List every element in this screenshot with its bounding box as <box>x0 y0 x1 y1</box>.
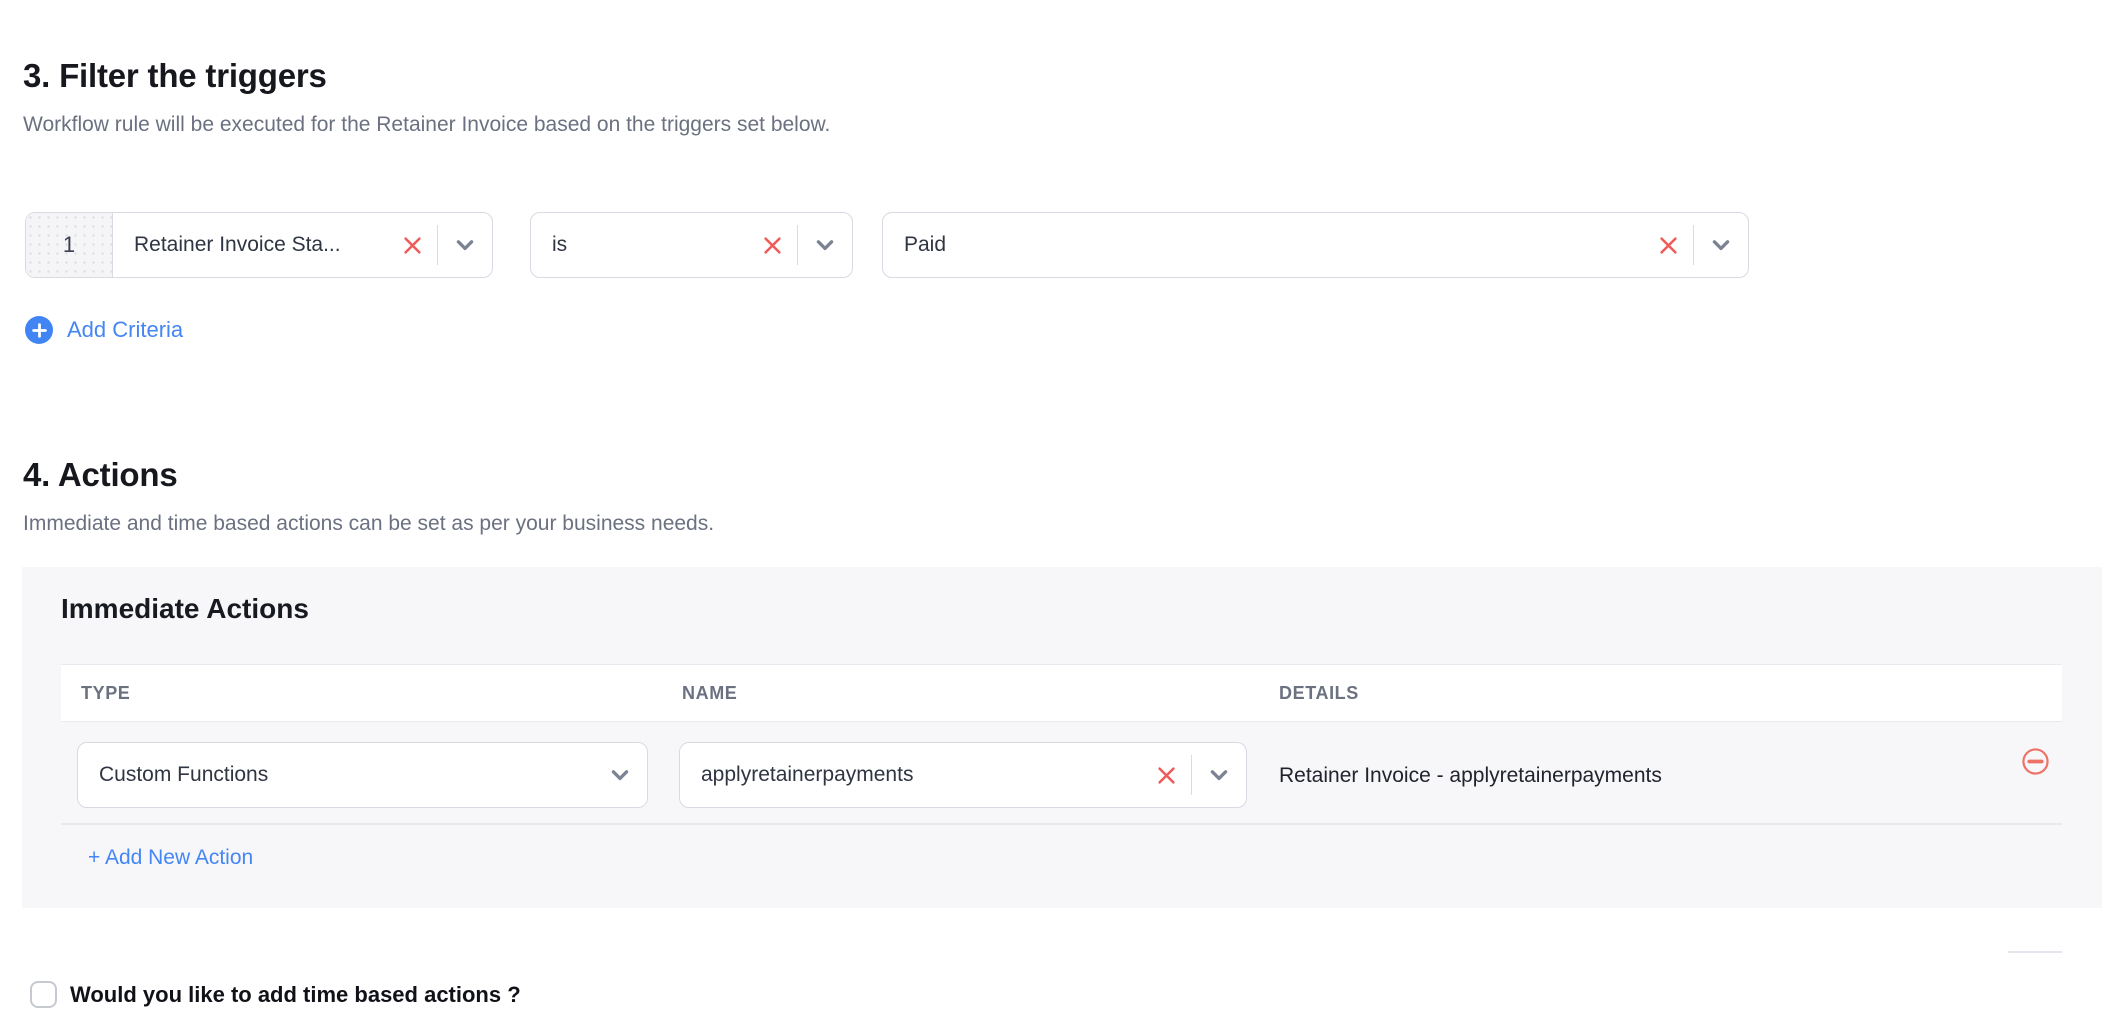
column-header-details: DETAILS <box>1279 665 1359 721</box>
action-type-value: Custom Functions <box>78 743 593 807</box>
action-row: Custom Functions applyretainerpayments R… <box>22 722 2102 823</box>
remove-cell-underline <box>2008 951 2062 953</box>
time-based-actions-checkbox[interactable] <box>30 981 57 1008</box>
immediate-actions-title: Immediate Actions <box>61 593 309 625</box>
criteria-comparator-clear-icon[interactable] <box>760 213 797 277</box>
criteria-field-select[interactable]: 1 Retainer Invoice Sta... <box>25 212 493 278</box>
actions-table-header: TYPE NAME DETAILS <box>61 664 2062 722</box>
plus-circle-icon <box>25 316 53 344</box>
criteria-field-clear-icon[interactable] <box>400 213 437 277</box>
action-details-text: Retainer Invoice - applyretainerpayments <box>1279 764 1662 788</box>
immediate-actions-panel: Immediate Actions TYPE NAME DETAILS Cust… <box>22 567 2102 908</box>
time-based-actions-row: Would you like to add time based actions… <box>30 981 521 1008</box>
actions-heading: 4. Actions <box>23 456 177 494</box>
add-criteria-button[interactable]: Add Criteria <box>25 316 183 344</box>
remove-action-button[interactable] <box>2022 748 2049 778</box>
criteria-comparator-chevron-down-icon[interactable] <box>798 213 852 277</box>
action-name-clear-icon[interactable] <box>1154 743 1191 807</box>
row-divider <box>61 823 2062 825</box>
criteria-value-chevron-down-icon[interactable] <box>1694 213 1748 277</box>
time-based-actions-label: Would you like to add time based actions… <box>70 982 521 1008</box>
add-criteria-label: Add Criteria <box>67 317 183 343</box>
actions-subtitle: Immediate and time based actions can be … <box>23 512 714 536</box>
action-type-chevron-down-icon[interactable] <box>593 743 647 807</box>
criteria-value-select[interactable]: Paid <box>882 212 1749 278</box>
action-name-select[interactable]: applyretainerpayments <box>679 742 1247 808</box>
criteria-field-value: Retainer Invoice Sta... <box>113 213 400 277</box>
filter-triggers-heading: 3. Filter the triggers <box>23 57 327 95</box>
add-new-action-button[interactable]: + Add New Action <box>88 846 253 870</box>
minus-circle-icon <box>2022 748 2049 775</box>
action-name-value: applyretainerpayments <box>680 743 1154 807</box>
criteria-comparator-value: is <box>531 213 760 277</box>
criteria-field-chevron-down-icon[interactable] <box>438 213 492 277</box>
criteria-index: 1 <box>26 213 113 277</box>
action-type-select[interactable]: Custom Functions <box>77 742 648 808</box>
column-header-name: NAME <box>682 665 737 721</box>
criteria-value-text: Paid <box>883 213 1656 277</box>
criteria-comparator-select[interactable]: is <box>530 212 853 278</box>
column-header-type: TYPE <box>81 665 130 721</box>
action-name-chevron-down-icon[interactable] <box>1192 743 1246 807</box>
filter-triggers-subtitle: Workflow rule will be executed for the R… <box>23 113 830 137</box>
criteria-row: 1 Retainer Invoice Sta... is Paid <box>25 212 1749 278</box>
criteria-value-clear-icon[interactable] <box>1656 213 1693 277</box>
